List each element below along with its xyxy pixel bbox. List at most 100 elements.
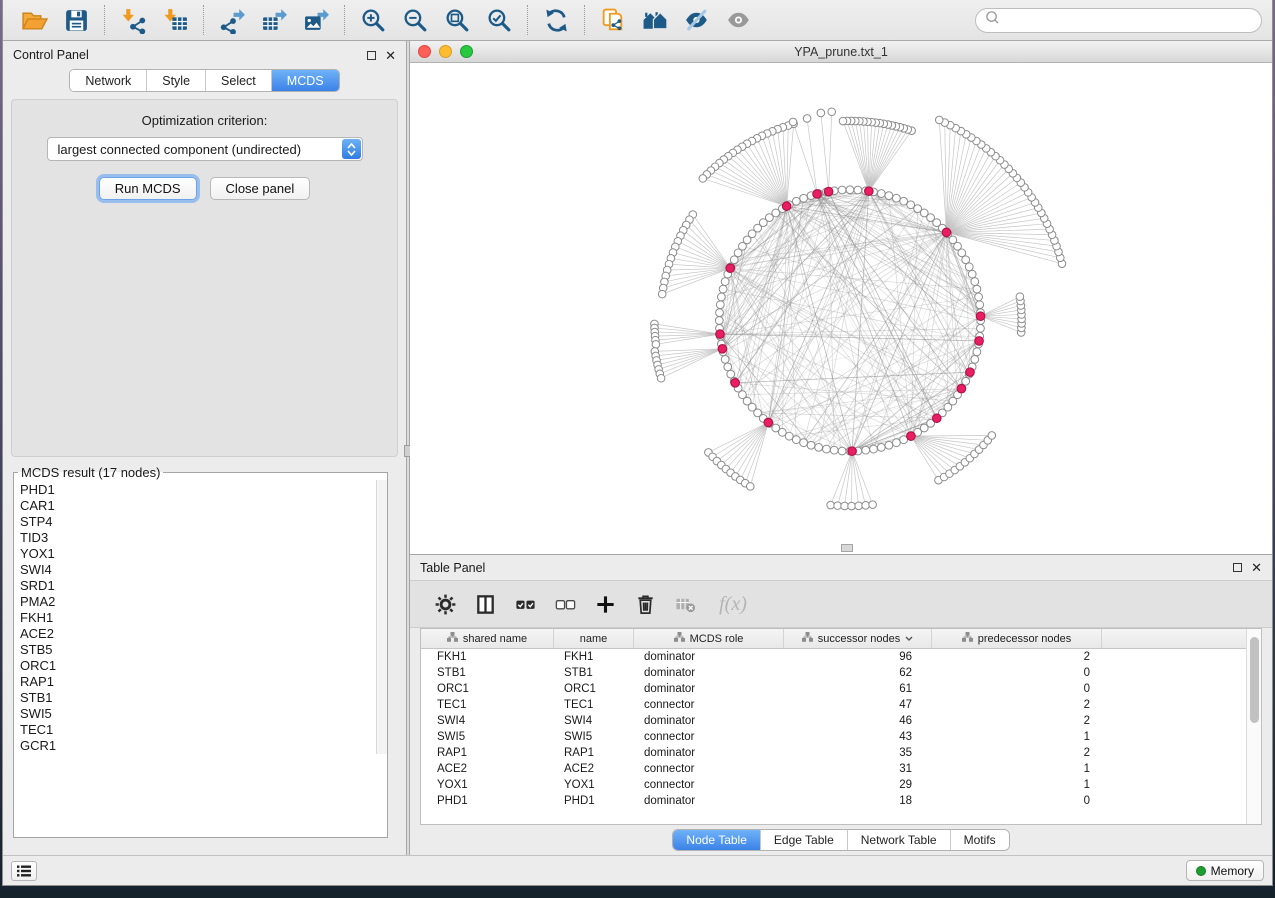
window-zoom-button[interactable]: [460, 45, 473, 58]
float-table-panel-icon[interactable]: [1233, 563, 1242, 572]
column-header-predecessor-nodes[interactable]: predecessor nodes: [932, 629, 1102, 648]
network-canvas[interactable]: [410, 63, 1272, 554]
hide-eye-icon[interactable]: [676, 3, 718, 37]
tab-network-table[interactable]: Network Table: [848, 830, 951, 850]
mcds-node-item[interactable]: ORC1: [20, 658, 387, 674]
mcds-node-item[interactable]: PMA2: [20, 594, 387, 610]
table-row[interactable]: YOX1YOX1connector291: [421, 777, 1261, 793]
cell-predecessor-nodes: 1: [932, 731, 1102, 743]
zoom-in-icon[interactable]: [352, 3, 394, 37]
close-panel-icon[interactable]: ✕: [385, 49, 396, 62]
export-table-icon[interactable]: [253, 3, 295, 37]
mcds-node-item[interactable]: TID3: [20, 530, 387, 546]
mcds-node-item[interactable]: TEC1: [20, 722, 387, 738]
right-column: YPA_prune.txt_1 Table Panel ✕ f(x): [410, 41, 1272, 855]
zoom-fit-icon[interactable]: [436, 3, 478, 37]
zoom-out-icon[interactable]: [394, 3, 436, 37]
mcds-node-item[interactable]: YOX1: [20, 546, 387, 562]
table-scrollbar[interactable]: [1246, 629, 1261, 824]
float-panel-icon[interactable]: [367, 51, 376, 60]
table-row[interactable]: FKH1FKH1dominator962: [421, 649, 1261, 665]
zoom-selected-icon[interactable]: [478, 3, 520, 37]
pages-share-icon[interactable]: [592, 3, 634, 37]
tab-node-table[interactable]: Node Table: [673, 830, 761, 850]
table-row[interactable]: RAP1RAP1dominator352: [421, 745, 1261, 761]
trash-icon[interactable]: [630, 589, 660, 619]
delete-table-icon[interactable]: [670, 589, 700, 619]
show-eye-icon[interactable]: [718, 3, 760, 37]
close-table-panel-icon[interactable]: ✕: [1251, 561, 1262, 574]
mcds-node-item[interactable]: ACE2: [20, 626, 387, 642]
gear-icon[interactable]: [430, 589, 460, 619]
import-table-icon[interactable]: [154, 3, 196, 37]
mcds-node-item[interactable]: PHD1: [20, 482, 387, 498]
import-network-icon[interactable]: [112, 3, 154, 37]
table-row[interactable]: SWI5SWI5connector431: [421, 729, 1261, 745]
save-icon[interactable]: [55, 3, 97, 37]
network-graph[interactable]: [410, 63, 1272, 554]
function-icon[interactable]: f(x): [710, 589, 756, 619]
cytoscape-window: Control Panel ✕ NetworkStyleSelectMCDS O…: [2, 0, 1273, 886]
mcds-node-item[interactable]: GCR1: [20, 738, 387, 754]
table-row[interactable]: ORC1ORC1dominator610: [421, 681, 1261, 697]
cell-shared-name: RAP1: [421, 747, 554, 759]
mcds-node-item[interactable]: STP4: [20, 514, 387, 530]
refresh-icon[interactable]: [535, 3, 577, 37]
criterion-select[interactable]: largest connected component (undirected): [47, 137, 363, 161]
mcds-node-item[interactable]: RAP1: [20, 674, 387, 690]
mcds-node-item[interactable]: STB5: [20, 642, 387, 658]
table-row[interactable]: PHD1PHD1dominator180: [421, 793, 1261, 809]
table-row[interactable]: SWI4SWI4dominator462: [421, 713, 1261, 729]
mcds-node-item[interactable]: FKH1: [20, 610, 387, 626]
table-row[interactable]: TEC1TEC1connector472: [421, 697, 1261, 713]
column-header-MCDS-role[interactable]: MCDS role: [634, 629, 784, 648]
select-stepper-icon: [342, 139, 361, 159]
table-scrollbar-thumb[interactable]: [1250, 637, 1259, 723]
mcds-node-item[interactable]: SRD1: [20, 578, 387, 594]
close-mcds-button[interactable]: Close panel: [210, 177, 311, 200]
tab-edge-table[interactable]: Edge Table: [761, 830, 848, 850]
cell-MCDS-role: connector: [634, 779, 784, 791]
window-minimize-button[interactable]: [439, 45, 452, 58]
cell-name: FKH1: [554, 651, 634, 663]
tab-select[interactable]: Select: [206, 70, 272, 91]
mcds-node-item[interactable]: CAR1: [20, 498, 387, 514]
mcds-node-item[interactable]: STB1: [20, 690, 387, 706]
window-close-button[interactable]: [418, 45, 431, 58]
tab-style[interactable]: Style: [147, 70, 206, 91]
column-header-successor-nodes[interactable]: successor nodes: [784, 629, 932, 648]
panel-list-button[interactable]: [11, 861, 37, 881]
columns-icon[interactable]: [470, 589, 500, 619]
column-header-name[interactable]: name: [554, 629, 634, 648]
run-mcds-button[interactable]: Run MCDS: [99, 177, 197, 200]
tab-network[interactable]: Network: [70, 70, 147, 91]
attribute-tree-icon: [447, 632, 458, 645]
search-box[interactable]: [975, 8, 1262, 33]
mcds-result-box: MCDS result (17 nodes) PHD1CAR1STP4TID3Y…: [13, 465, 388, 838]
mcds-node-item[interactable]: SWI4: [20, 562, 387, 578]
horizontal-splitter-handle[interactable]: [841, 544, 853, 552]
export-image-icon[interactable]: [295, 3, 337, 37]
table-row[interactable]: STB1STB1dominator620: [421, 665, 1261, 681]
mcds-node-item[interactable]: SWI5: [20, 706, 387, 722]
open-folder-icon[interactable]: [13, 3, 55, 37]
tab-mcds[interactable]: MCDS: [272, 70, 339, 91]
add-icon[interactable]: [590, 589, 620, 619]
list-icon: [16, 864, 32, 878]
control-tabs: NetworkStyleSelectMCDS: [69, 69, 339, 92]
mcds-result-scrollbar[interactable]: [376, 480, 387, 754]
cell-successor-nodes: 29: [784, 779, 932, 791]
tab-motifs[interactable]: Motifs: [951, 830, 1009, 850]
table-row[interactable]: ACE2ACE2connector311: [421, 761, 1261, 777]
cell-successor-nodes: 62: [784, 667, 932, 679]
search-input[interactable]: [1005, 13, 1252, 27]
select-all-icon[interactable]: [510, 589, 540, 619]
export-network-icon[interactable]: [211, 3, 253, 37]
cell-predecessor-nodes: 2: [932, 747, 1102, 759]
two-houses-icon[interactable]: [634, 3, 676, 37]
memory-button[interactable]: Memory: [1186, 860, 1264, 881]
toolbar-separator: [104, 5, 105, 35]
column-header-shared-name[interactable]: shared name: [421, 629, 554, 648]
deselect-all-icon[interactable]: [550, 589, 580, 619]
cell-shared-name: PHD1: [421, 795, 554, 807]
